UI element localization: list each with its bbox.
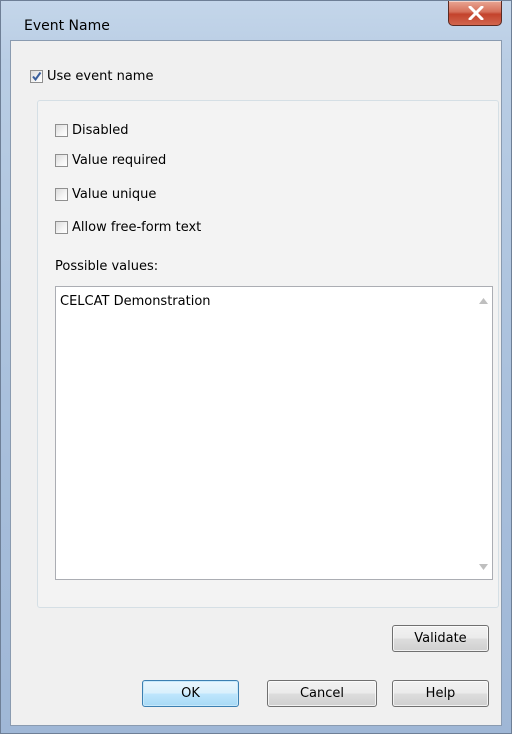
possible-values-list[interactable]: CELCAT Demonstration <box>55 286 493 580</box>
use-event-name-label: Use event name <box>47 68 154 84</box>
value-required-label: Value required <box>72 152 167 168</box>
close-button[interactable] <box>448 1 502 26</box>
allow-free-form-text-checkbox-box[interactable] <box>55 220 68 234</box>
use-event-name-checkbox[interactable]: Use event name <box>30 67 153 85</box>
dialog-window: Event Name Use event name Disabled Value… <box>0 0 512 734</box>
list-item[interactable]: CELCAT Demonstration <box>60 294 211 309</box>
close-icon <box>468 6 484 20</box>
disabled-label: Disabled <box>72 122 129 138</box>
event-name-options-group: Disabled Value required Value unique All… <box>37 100 499 608</box>
value-unique-label: Value unique <box>72 186 157 202</box>
possible-values-label: Possible values: <box>55 259 159 274</box>
checkmark-icon <box>32 71 42 81</box>
value-unique-checkbox-box[interactable] <box>55 187 68 201</box>
allow-free-form-text-checkbox[interactable]: Allow free-form text <box>55 218 201 236</box>
scroll-down-arrow-icon[interactable] <box>479 564 488 570</box>
value-unique-checkbox[interactable]: Value unique <box>55 185 156 203</box>
ok-button[interactable]: OK <box>142 680 239 707</box>
disabled-checkbox-box[interactable] <box>55 123 68 137</box>
vertical-scrollbar[interactable] <box>475 287 492 579</box>
scroll-up-arrow-icon[interactable] <box>479 298 488 304</box>
disabled-checkbox[interactable]: Disabled <box>55 121 128 139</box>
value-required-checkbox[interactable]: Value required <box>55 151 166 169</box>
use-event-name-checkbox-box[interactable] <box>30 69 43 83</box>
value-required-checkbox-box[interactable] <box>55 153 68 167</box>
allow-free-form-text-label: Allow free-form text <box>72 219 202 235</box>
cancel-button[interactable]: Cancel <box>267 680 377 707</box>
help-button[interactable]: Help <box>392 680 489 707</box>
title-bar[interactable]: Event Name <box>1 1 511 39</box>
window-title: Event Name <box>24 18 110 34</box>
dialog-client-area: Use event name Disabled Value required V… <box>10 40 502 726</box>
validate-button[interactable]: Validate <box>392 625 489 652</box>
